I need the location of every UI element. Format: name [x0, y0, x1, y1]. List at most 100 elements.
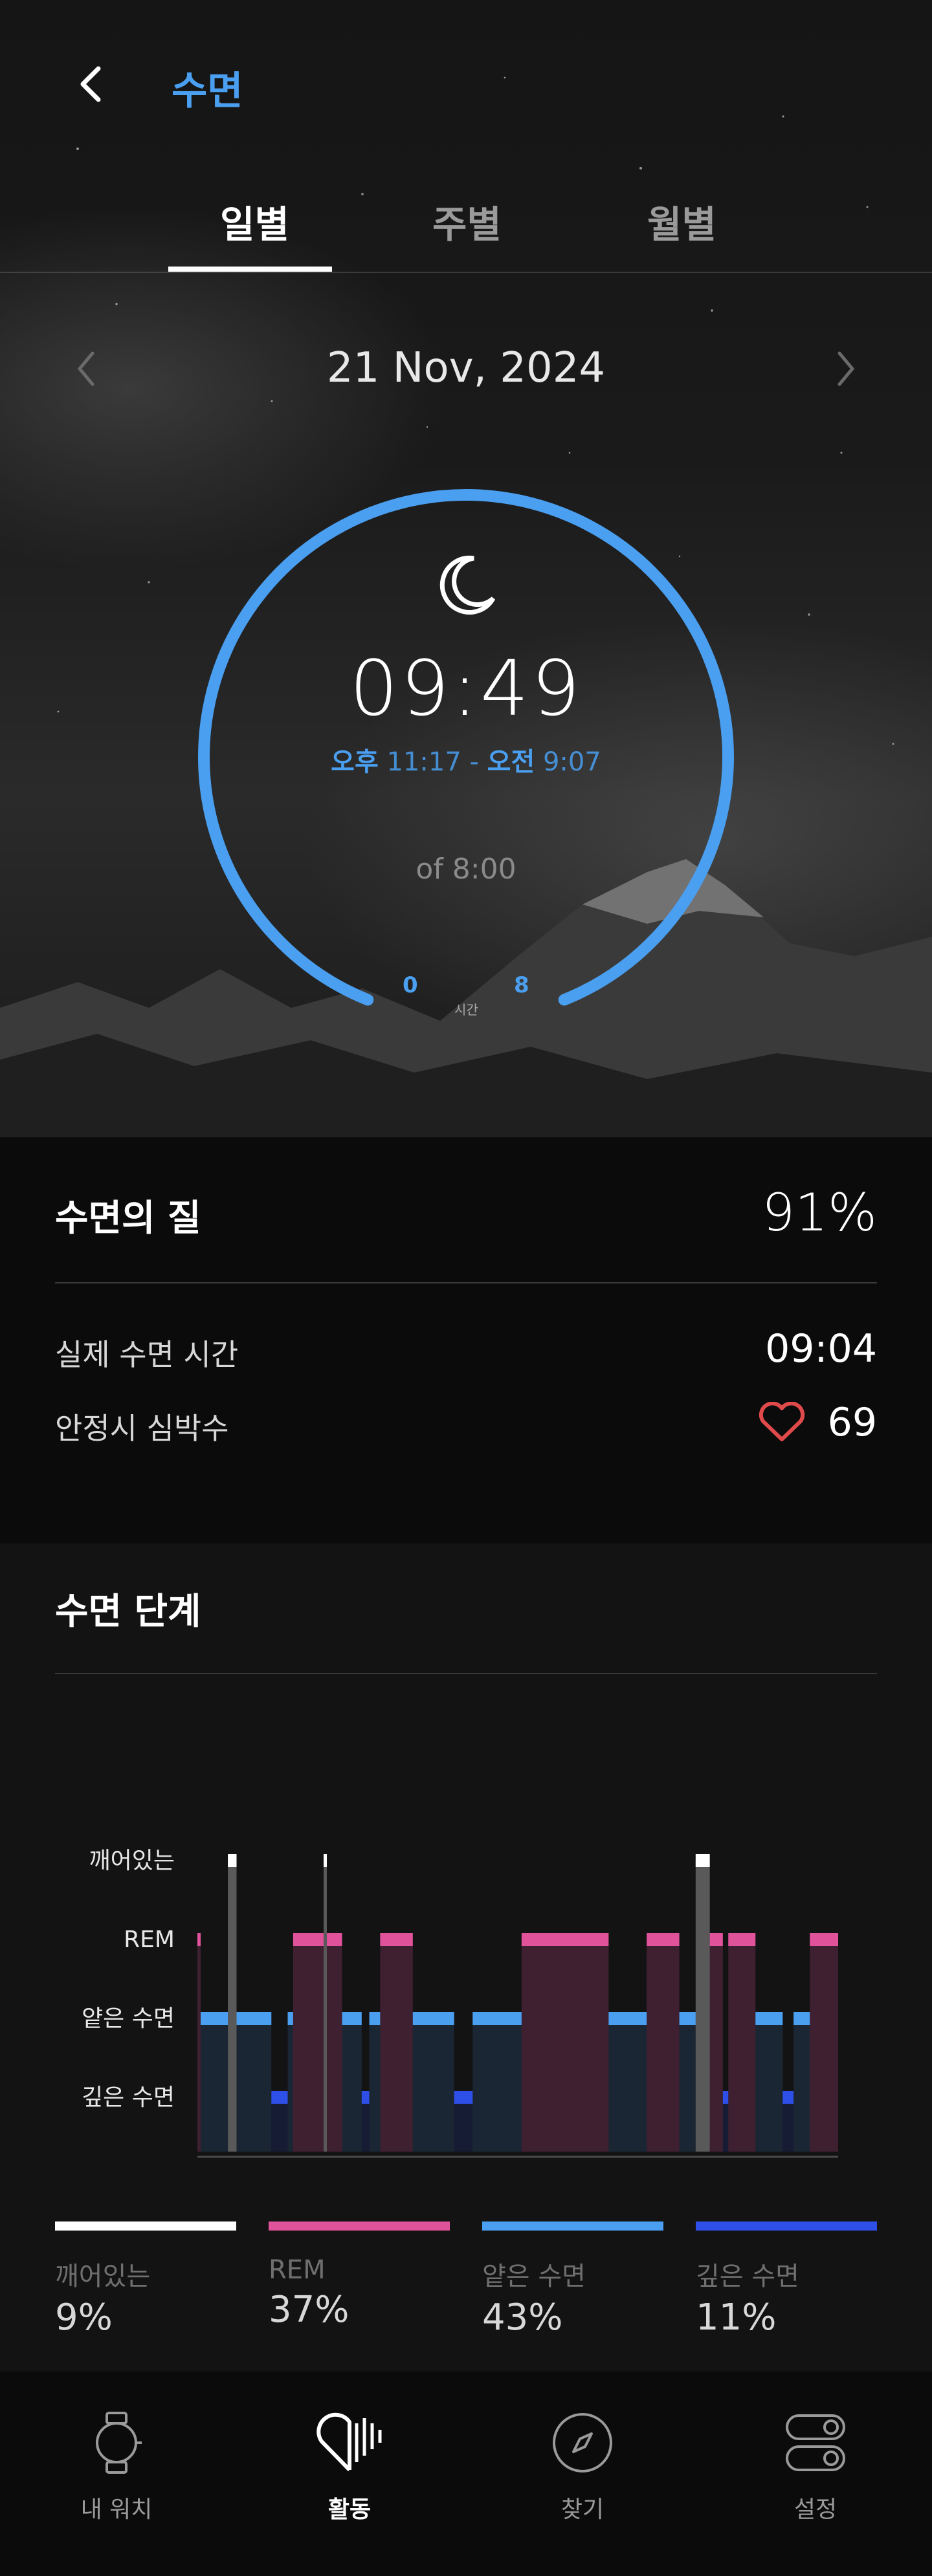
stage-segment-cap [521, 1933, 609, 1946]
stage-segment-cap [201, 2012, 228, 2025]
y-axis-label: 깊은 수면 [82, 2084, 175, 2111]
sleep-quality-value: 91% [762, 1183, 877, 1243]
stage-segment [361, 2091, 370, 2152]
stage-segment-fill [380, 1939, 413, 2152]
stage-segment-fill [342, 2018, 362, 2152]
sleep-stage-chart: 깨어있는REM얕은 수면깊은 수면23:1701:1503:1305:1007:… [82, 1848, 838, 2158]
stage-segment-fill [793, 2018, 810, 2152]
actual-sleep-label: 실제 수면 시간 [55, 1337, 239, 1372]
stage-segment-cap [287, 2012, 293, 2025]
stage-segment [287, 2012, 293, 2152]
range-separator: - [469, 747, 479, 777]
heart-icon [759, 1402, 804, 1441]
stage-segment [271, 2091, 288, 2152]
stage-segment [679, 2012, 696, 2152]
tab-daily[interactable]: 일별 [220, 194, 289, 248]
stage-segment-cap [755, 2012, 783, 2025]
stage-segment [236, 2012, 272, 2152]
stage-segment [722, 2091, 729, 2152]
stage-segment [782, 2091, 794, 2152]
moon-icon [0, 553, 932, 620]
stage-segment [521, 1933, 609, 2152]
stage-segment-fill [782, 2097, 794, 2152]
stage-segment-cap [236, 2012, 272, 2025]
stage-segment-cap [695, 1854, 710, 1867]
resting-hr: 69 [758, 1400, 877, 1445]
stage-segment-cap [323, 1854, 327, 1867]
stage-segment [342, 2012, 362, 2152]
tab-weekly[interactable]: 주별 [432, 194, 502, 248]
sleep-time-range: 오후 11:17 - 오전 9:07 [0, 741, 932, 778]
stage-segment [755, 2012, 783, 2152]
sleep-quality-title: 수면의 질 [55, 1197, 201, 1239]
back-button[interactable] [65, 58, 116, 110]
y-axis-label: 깨어있는 [89, 1848, 175, 1874]
stage-segment [608, 2012, 647, 2152]
sleep-quality-card: 수면의 질 91% 실제 수면 시간 09:04 안정시 심박수 69 [0, 1137, 932, 1544]
stage-segment-cap [647, 1933, 680, 1946]
stage-segment-cap [454, 2091, 473, 2104]
next-day-button[interactable] [821, 343, 872, 395]
stage-segment-cap [679, 2012, 696, 2025]
stage-segment-fill [236, 2018, 272, 2152]
active-tab-indicator [168, 267, 332, 272]
stage-segment-cap [728, 1933, 756, 1946]
legend-percent: 11% [696, 2297, 777, 2339]
stage-segment-fill [810, 1939, 838, 2152]
legend-label: 깨어있는 [55, 2262, 151, 2291]
stage-segment-fill [709, 1939, 723, 2152]
stage-segment [369, 2012, 381, 2152]
ring-scale-unit: 시간 [454, 1002, 478, 1018]
divider [55, 1673, 877, 1674]
stage-segment-fill [728, 1939, 756, 2152]
stage-segment-cap [782, 2091, 794, 2104]
stage-segment-fill [472, 2018, 522, 2152]
date-label: 21 Nov, 2024 [326, 344, 606, 392]
stage-segment-fill [647, 1939, 680, 2152]
stage-segment-fill [201, 2018, 228, 2152]
stage-segment-fill [695, 1861, 710, 2152]
stage-segment [793, 2012, 810, 2152]
nav-my-watch[interactable]: 내 워치 [36, 2410, 197, 2524]
stage-segment [293, 1933, 324, 2152]
stage-segment-cap [361, 2091, 370, 2104]
nav-label: 내 워치 [80, 2496, 153, 2523]
nav-settings[interactable]: 설정 [735, 2410, 896, 2524]
nav-find[interactable]: 찾기 [502, 2410, 663, 2524]
stage-segment [695, 1854, 710, 2152]
stage-segment [197, 1933, 201, 2152]
legend-percent: 9% [55, 2297, 113, 2339]
divider [55, 1282, 877, 1283]
tab-monthly[interactable]: 월별 [647, 194, 716, 248]
stage-segment-fill [293, 1939, 324, 2152]
watch-icon [96, 2412, 142, 2474]
stage-segment-fill [679, 2018, 696, 2152]
stage-segment [709, 1933, 723, 2152]
sleep-stages-card: 수면 단계 깨어있는REM얕은 수면깊은 수면23:1701:1503:1305… [0, 1544, 932, 2372]
stage-segment-fill [521, 1939, 609, 2152]
resting-hr-value: 69 [827, 1400, 877, 1445]
stage-segment-cap [722, 2091, 729, 2104]
stage-segment-cap [327, 1933, 342, 1946]
legend-awake: 깨어있는 9% [55, 2221, 236, 2339]
legend-label: REM [269, 2255, 326, 2285]
legend-percent: 37% [269, 2289, 350, 2331]
stage-segment-cap [412, 2012, 454, 2025]
legend-light: 얕은 수면 43% [482, 2221, 663, 2339]
stage-segment [201, 2012, 228, 2152]
stage-segment-cap [810, 1933, 838, 1946]
stage-segment-cap [608, 2012, 647, 2025]
stage-segment-cap [271, 2091, 288, 2104]
stage-segment [323, 1854, 327, 2152]
stage-segment [327, 1933, 342, 2152]
legend-rem: REM 37% [269, 2221, 450, 2331]
nav-activity[interactable]: 활동 [269, 2410, 430, 2524]
stage-segment [454, 2091, 473, 2152]
stage-segment [810, 1933, 838, 2152]
legend-swatch-awake [55, 2221, 236, 2231]
legend-swatch-rem [269, 2221, 450, 2231]
stage-segment [728, 1933, 756, 2152]
stage-segment-fill [412, 2018, 454, 2152]
activity-heart-icon [316, 2412, 382, 2472]
stage-segment [228, 1854, 237, 2152]
